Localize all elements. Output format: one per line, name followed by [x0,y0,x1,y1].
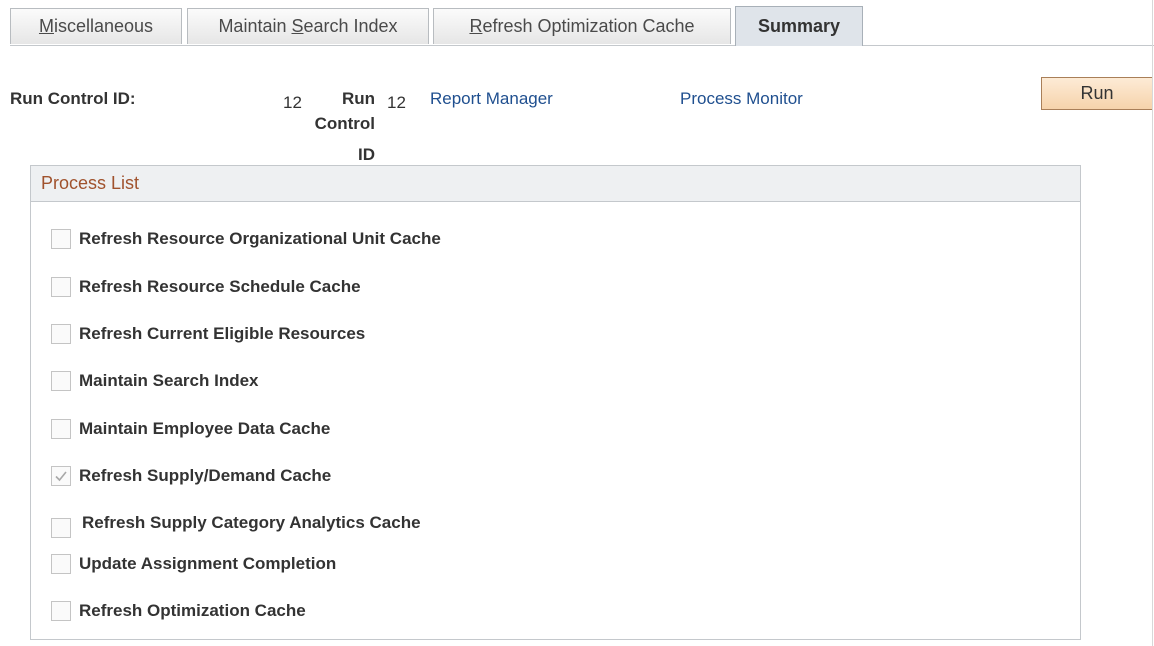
run-control-id-label-2-line2: Control [314,114,375,133]
process-checkbox[interactable] [51,419,71,439]
tab-summary[interactable]: Summary [735,6,863,46]
process-item-label: Refresh Supply/Demand Cache [79,466,332,485]
process-item-label: Update Assignment Completion [79,554,337,573]
tab-label: Summary [757,16,841,36]
process-item: Refresh Current Eligible Resources [51,324,365,344]
process-checkbox[interactable] [51,229,71,249]
run-control-id-value-2: 12 [387,93,406,112]
page-right-border [1152,0,1153,646]
process-checkbox-checked[interactable] [51,466,71,486]
process-checkbox[interactable] [51,324,71,344]
tab-label: Refresh Optimization Cache [469,16,695,36]
tab-miscellaneous[interactable]: Miscellaneous [10,8,182,44]
process-checkbox[interactable] [51,277,71,297]
run-button[interactable]: Run [1041,77,1153,110]
process-checkbox[interactable] [51,518,71,538]
tab-refresh-optimization-cache[interactable]: Refresh Optimization Cache [433,8,731,44]
process-item: Maintain Employee Data Cache [51,419,330,439]
run-control-id-label-2: Run [341,89,375,108]
process-monitor-link[interactable]: Process Monitor [680,89,803,109]
process-item-label: Refresh Resource Schedule Cache [79,277,361,296]
tab-maintain-search-index[interactable]: Maintain Search Index [187,8,429,44]
tab-bar: Miscellaneous Maintain Search Index Refr… [10,6,1154,46]
process-item-label: Refresh Current Eligible Resources [79,324,366,343]
check-icon [55,471,67,482]
process-checkbox[interactable] [51,371,71,391]
tab-bar-divider [10,45,1154,46]
process-item: Refresh Resource Organizational Unit Cac… [51,229,441,249]
process-list-header: Process List [31,166,1080,202]
process-item: Refresh Resource Schedule Cache [51,277,361,297]
process-item: Update Assignment Completion [51,554,336,574]
process-checkbox[interactable] [51,554,71,574]
process-item-label: Maintain Employee Data Cache [79,419,331,438]
run-control-id-label-2-line3: ID [358,145,375,164]
process-item-label: Refresh Optimization Cache [79,601,306,620]
report-manager-link[interactable]: Report Manager [430,89,553,109]
run-control-id-label: Run Control ID: [10,89,136,108]
process-item: Refresh Supply/Demand Cache [51,466,331,486]
run-control-id-value: 12 [283,93,302,112]
process-item: Refresh Optimization Cache [51,601,306,621]
tab-label: Maintain Search Index [218,16,398,36]
process-item: Maintain Search Index [51,371,259,391]
process-item-label: Refresh Resource Organizational Unit Cac… [79,229,441,248]
process-checkbox[interactable] [51,601,71,621]
process-item: Refresh Supply Category Analytics Cache [51,508,421,538]
process-list-group: Process List Refresh Resource Organizati… [30,165,1081,640]
process-item-label: Maintain Search Index [79,371,259,390]
tab-label: Miscellaneous [38,16,154,36]
process-item-label: Refresh Supply Category Analytics Cache [82,513,421,532]
